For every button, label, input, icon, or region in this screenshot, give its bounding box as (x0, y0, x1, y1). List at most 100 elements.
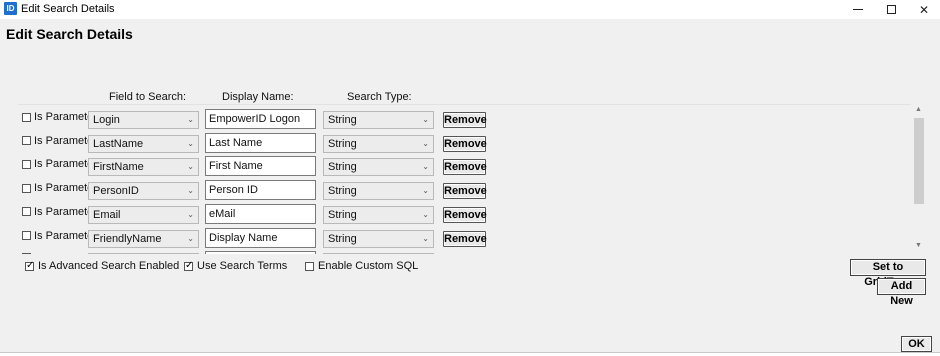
chevron-down-icon: ⌄ (187, 186, 194, 196)
field-to-search-select[interactable]: Email ⌄ (88, 205, 199, 224)
chevron-down-icon: ⌄ (187, 162, 194, 172)
field-to-search-value: PersonID (93, 185, 139, 198)
search-fields-grid: Is Parameter Login ⌄ EmpowerID Logon String ⌄… (18, 104, 926, 254)
search-type-value: String (328, 137, 357, 150)
remove-button[interactable]: Remove (443, 112, 487, 128)
search-type-value: String (328, 208, 357, 221)
scroll-down-icon[interactable]: ▼ (911, 242, 926, 252)
field-to-search-select[interactable]: PersonID ⌄ (88, 182, 199, 201)
is-parameter-checkbox[interactable] (22, 231, 31, 240)
display-name-input[interactable] (205, 251, 316, 254)
column-header-search-type: Search Type: (347, 91, 412, 103)
display-name-input[interactable]: EmpowerID Logon (205, 109, 316, 129)
close-icon: ✕ (918, 2, 930, 17)
remove-button[interactable]: Remove (443, 206, 487, 223)
is-parameter-checkbox[interactable] (22, 136, 31, 146)
use-search-terms-checkbox[interactable] (184, 260, 193, 271)
is-parameter-option[interactable]: Is Parameter (22, 111, 97, 123)
chevron-down-icon: ⌄ (422, 115, 429, 124)
is-parameter-checkbox[interactable] (22, 183, 31, 193)
search-type-select[interactable]: String ⌄ (323, 111, 434, 129)
custom-sql-label: Enable Custom SQL (318, 260, 419, 272)
display-name-input[interactable]: eMail (205, 203, 316, 224)
is-parameter-checkbox[interactable] (22, 159, 31, 169)
maximize-icon (886, 5, 896, 14)
search-type-select[interactable] (323, 253, 434, 254)
window-title: Edit Search Details (21, 3, 115, 15)
minimize-icon (853, 9, 863, 10)
field-to-search-value: FirstName (93, 161, 144, 174)
use-search-terms-label: Use Search Terms (197, 260, 288, 272)
field-to-search-select[interactable] (88, 253, 199, 254)
field-to-search-value: Email (93, 208, 121, 221)
field-to-search-select[interactable]: FriendlyName ⌄ (88, 229, 199, 248)
chevron-down-icon: ⌄ (187, 209, 194, 219)
field-to-search-select[interactable]: Login ⌄ (88, 111, 199, 129)
field-to-search-select[interactable]: FirstName ⌄ (88, 158, 199, 177)
footer-divider (0, 352, 940, 356)
search-type-value: String (328, 232, 357, 245)
display-name-input[interactable]: Person ID (205, 180, 316, 201)
scroll-thumb[interactable] (914, 118, 924, 204)
search-type-value: String (328, 185, 357, 198)
is-parameter-option[interactable]: Is Parameter (22, 158, 97, 170)
is-parameter-option[interactable]: Is Parameter (22, 135, 97, 147)
set-to-gridtype-button[interactable]: Set to GridType (850, 259, 926, 288)
field-to-search-value: LastName (93, 137, 144, 150)
add-new-button[interactable]: Add New (877, 278, 926, 307)
is-parameter-checkbox[interactable] (22, 207, 31, 217)
table-row: Is Parameter FriendlyName ⌄ Display Name Str… (18, 227, 918, 252)
is-parameter-option[interactable]: Is Parameter (22, 206, 97, 218)
is-parameter-option[interactable]: Is Parameter (22, 230, 97, 242)
close-button[interactable]: ✕ (907, 0, 940, 19)
table-row: Is Parameter Email ⌄ eMail String ⌄ Remove (18, 203, 918, 228)
app-logo-icon: ID (4, 2, 17, 15)
is-parameter-checkbox[interactable] (22, 253, 31, 254)
display-name-input[interactable]: Display Name (205, 227, 316, 248)
is-parameter-option[interactable]: Is Parameter (22, 182, 97, 194)
search-type-select[interactable]: String ⌄ (323, 205, 434, 224)
advanced-search-option[interactable]: Is Advanced Search Enabled (25, 260, 179, 272)
chevron-down-icon: ⌄ (422, 209, 429, 219)
table-row-partial (18, 251, 918, 254)
remove-button[interactable]: Remove (443, 159, 487, 176)
remove-button[interactable]: Remove (443, 183, 487, 200)
field-to-search-value: FriendlyName (93, 232, 162, 245)
remove-button[interactable]: Remove (443, 135, 487, 152)
chevron-down-icon: ⌄ (422, 162, 429, 172)
maximize-button[interactable] (874, 0, 908, 19)
search-type-select[interactable]: String ⌄ (323, 158, 434, 177)
field-to-search-value: Login (93, 114, 120, 126)
column-header-display-name: Display Name: (222, 91, 294, 103)
chevron-down-icon: ⌄ (422, 233, 429, 243)
chevron-down-icon: ⌄ (187, 233, 194, 243)
search-type-value: String (328, 161, 357, 174)
is-parameter-checkbox[interactable] (22, 112, 31, 122)
search-type-select[interactable]: String ⌄ (323, 229, 434, 248)
is-parameter-option[interactable] (22, 253, 34, 254)
remove-button[interactable]: Remove (443, 230, 487, 247)
vertical-scrollbar[interactable]: ▲ ▼ (911, 104, 926, 254)
custom-sql-option[interactable]: Enable Custom SQL (305, 260, 418, 272)
page-title: Edit Search Details (6, 26, 133, 42)
display-name-input[interactable]: First Name (205, 156, 316, 177)
table-row: Is Parameter FirstName ⌄ First Name String ⌄ R… (18, 156, 918, 180)
chevron-down-icon: ⌄ (187, 138, 194, 148)
advanced-search-checkbox[interactable] (25, 260, 34, 271)
ok-button[interactable]: OK (901, 336, 932, 352)
search-type-select[interactable]: String ⌄ (323, 182, 434, 201)
scroll-up-icon[interactable]: ▲ (911, 106, 926, 116)
minimize-button[interactable] (841, 0, 875, 19)
custom-sql-checkbox[interactable] (305, 261, 314, 271)
column-header-field: Field to Search: (109, 91, 187, 103)
chevron-down-icon: ⌄ (187, 115, 194, 124)
use-search-terms-option[interactable]: Use Search Terms (184, 260, 287, 272)
field-to-search-select[interactable]: LastName ⌄ (88, 134, 199, 153)
advanced-search-label: Is Advanced Search Enabled (38, 260, 180, 272)
title-bar: ID Edit Search Details ✕ (0, 0, 940, 19)
search-type-value: String (328, 114, 357, 126)
chevron-down-icon: ⌄ (422, 138, 429, 148)
display-name-input[interactable]: Last Name (205, 132, 316, 153)
search-type-select[interactable]: String ⌄ (323, 134, 434, 153)
table-row: Is Parameter Login ⌄ EmpowerID Logon String ⌄… (18, 109, 918, 133)
